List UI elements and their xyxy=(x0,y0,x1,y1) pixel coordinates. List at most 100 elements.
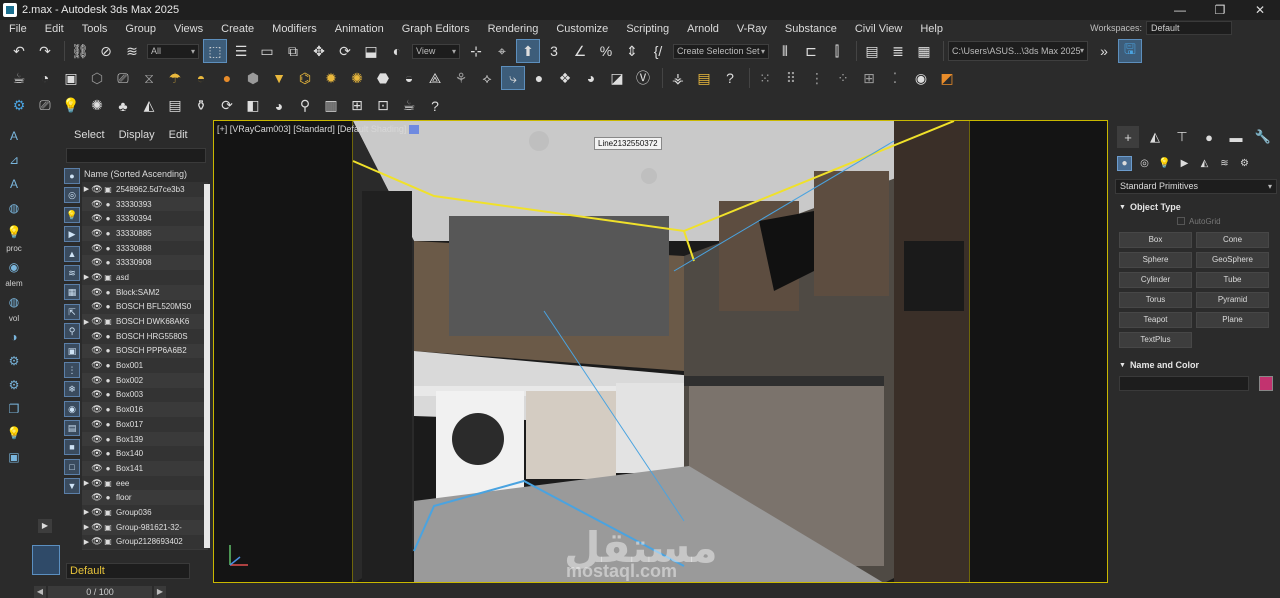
autogrid-option[interactable]: AutoGrid xyxy=(1115,214,1277,228)
selection-filter-select[interactable]: All xyxy=(147,43,199,59)
visibility-eye-icon[interactable]: 👁 xyxy=(91,243,103,254)
expand-icon[interactable]: ▶ xyxy=(82,185,91,193)
proc-label[interactable]: proc xyxy=(1,244,27,253)
angle-snap-icon[interactable]: ∠ xyxy=(569,40,591,62)
object-color-swatch[interactable] xyxy=(1259,376,1273,391)
list-item[interactable]: ▶ 👁 ▣ Group036 xyxy=(82,505,208,520)
alem-label[interactable]: alem xyxy=(1,279,27,288)
crosshair-icon[interactable]: ⊡ xyxy=(372,95,394,117)
menu-modifiers[interactable]: Modifiers xyxy=(262,23,325,35)
proc-icon[interactable]: ◉ xyxy=(4,257,24,277)
save-project-icon[interactable]: 🖫 xyxy=(1118,39,1142,63)
list-item[interactable]: 👁 ● Box139 xyxy=(82,432,208,447)
cameras-category-icon[interactable]: ▶ xyxy=(1177,156,1192,171)
list-item[interactable]: 👁 ● Block:SAM2 xyxy=(82,285,208,300)
render-history-icon[interactable]: ▤ xyxy=(693,67,715,89)
ies-light-icon[interactable]: ⌬ xyxy=(294,67,316,89)
visibility-eye-icon[interactable]: 👁 xyxy=(91,507,103,518)
object-name-input[interactable] xyxy=(1119,376,1249,391)
timeline-next-icon[interactable]: ▶ xyxy=(154,586,166,598)
render-setup-icon[interactable]: ▣ xyxy=(60,67,82,89)
quick-align-icon[interactable]: ⫿ xyxy=(826,40,848,62)
vray-logo-icon[interactable]: Ⓥ xyxy=(632,67,654,89)
vray-fur-icon[interactable]: ⟡ xyxy=(476,67,498,89)
viewport-layout-icon[interactable] xyxy=(32,545,60,575)
layer-explorer-icon[interactable]: ≣ xyxy=(887,40,909,62)
visibility-eye-icon[interactable]: 👁 xyxy=(91,404,103,415)
pivot-snap-icon[interactable]: ⊞ xyxy=(858,67,880,89)
timeline-slider[interactable]: 0 / 100 xyxy=(48,586,152,598)
list-item[interactable]: ▶ 👁 ▣ 2548962.5d7ce3b3 xyxy=(82,182,208,197)
scatter-icon[interactable]: ◭ xyxy=(138,95,160,117)
settings-tool-icon[interactable]: ⚙ xyxy=(4,375,24,395)
geosphere-button[interactable]: GeoSphere xyxy=(1196,252,1269,268)
list-item[interactable]: 👁 ● Box003 xyxy=(82,387,208,403)
face-snap-icon[interactable]: ⁘ xyxy=(832,67,854,89)
hierarchy-tab-icon[interactable]: ⊤ xyxy=(1171,126,1193,148)
bulb-icon[interactable]: 💡 xyxy=(60,95,82,117)
tab-display[interactable]: Display xyxy=(119,129,155,141)
expand-icon[interactable]: ▶ xyxy=(82,508,91,516)
sky-light-icon[interactable]: ✺ xyxy=(346,67,368,89)
systems-category-icon[interactable]: ⚙ xyxy=(1237,156,1252,171)
menu-scripting[interactable]: Scripting xyxy=(616,23,677,35)
visibility-eye-icon[interactable]: 👁 xyxy=(91,375,103,386)
close-button[interactable]: ✕ xyxy=(1240,0,1280,20)
minimize-button[interactable]: — xyxy=(1160,0,1200,20)
filter-geometry-icon[interactable]: ● xyxy=(64,168,80,184)
list-item[interactable]: 👁 ● Box141 xyxy=(82,461,208,476)
named-selection-select[interactable]: Create Selection Set xyxy=(673,43,769,59)
filter-particles-icon[interactable]: ⋮ xyxy=(64,361,80,378)
frame-icon[interactable]: ▥ xyxy=(320,95,342,117)
filter-list-icon[interactable]: ▤ xyxy=(64,420,80,437)
vray-sphere-icon[interactable]: ◒ xyxy=(398,67,420,89)
spot-light-icon[interactable]: ▼ xyxy=(268,67,290,89)
mesh-light-icon[interactable]: ⬢ xyxy=(242,67,264,89)
expand-icon[interactable]: ▶ xyxy=(82,523,91,531)
visibility-eye-icon[interactable]: 👁 xyxy=(91,301,103,312)
more-toolbar-icon[interactable]: » xyxy=(1093,40,1115,62)
vol-icon[interactable]: ◑ xyxy=(4,327,24,347)
visibility-eye-icon[interactable]: 👁 xyxy=(91,199,103,210)
list-item[interactable]: 👁 ● Box001 xyxy=(82,358,208,373)
expand-icon[interactable]: ▶ xyxy=(82,538,91,546)
list-item[interactable]: 👁 ● BOSCH HRG5580S xyxy=(82,328,208,344)
filter-shapes-icon[interactable]: ◎ xyxy=(64,187,80,204)
lights-category-icon[interactable]: 💡 xyxy=(1157,156,1172,171)
window-crossing-icon[interactable]: ⧉ xyxy=(282,40,304,62)
current-layer-field[interactable]: Default xyxy=(66,563,190,579)
menu-help[interactable]: Help xyxy=(910,23,951,35)
ambient-icon[interactable]: ◉ xyxy=(910,67,932,89)
torus-button[interactable]: Torus xyxy=(1119,292,1192,308)
list-item[interactable]: ▶ 👁 ▣ BOSCH DWK68AK6 xyxy=(82,314,208,329)
list-item[interactable]: 👁 ● floor xyxy=(82,490,208,505)
maximize-button[interactable]: ❐ xyxy=(1200,0,1240,20)
vray-plane-icon[interactable]: ⟁ xyxy=(424,67,446,89)
list-item[interactable]: 👁 ● 33330394 xyxy=(82,211,208,227)
question-icon[interactable]: ? xyxy=(424,95,446,117)
filter-xrefs-icon[interactable]: ⇱ xyxy=(64,303,80,320)
filter-containers-icon[interactable]: ▣ xyxy=(64,342,80,359)
reference-coordinate-select[interactable]: View xyxy=(412,43,460,59)
box-button[interactable]: Box xyxy=(1119,232,1192,248)
tube-button[interactable]: Tube xyxy=(1196,272,1269,288)
visibility-eye-icon[interactable]: 👁 xyxy=(91,536,103,547)
visibility-eye-icon[interactable]: 👁 xyxy=(91,389,103,400)
visibility-eye-icon[interactable]: 👁 xyxy=(91,434,103,445)
menu-animation[interactable]: Animation xyxy=(325,23,392,35)
material-sphere-icon[interactable]: ● xyxy=(528,67,550,89)
list-item[interactable]: 👁 ● 33330908 xyxy=(82,255,208,270)
primitive-type-select[interactable]: Standard Primitives xyxy=(1115,179,1277,194)
filter-cameras-icon[interactable]: ▶ xyxy=(64,226,80,243)
gear-tool-icon[interactable]: ⚙ xyxy=(4,351,24,371)
filter-all-icon[interactable]: ■ xyxy=(64,439,80,456)
menu-group[interactable]: Group xyxy=(115,23,164,35)
list-item[interactable]: 👁 ● Box002 xyxy=(82,373,208,388)
expand-icon[interactable]: ▶ xyxy=(82,318,91,326)
filter-none-icon[interactable]: □ xyxy=(64,458,80,475)
list-item[interactable]: ▶ 👁 ▣ Group2128693402 xyxy=(82,534,208,550)
viewport-camera[interactable]: [+] [VRayCam003] [Standard] [Default Sha… xyxy=(213,120,1108,583)
textplus-button[interactable]: TextPlus xyxy=(1119,332,1192,348)
list-icon[interactable]: ▤ xyxy=(164,95,186,117)
visibility-eye-icon[interactable]: 👁 xyxy=(91,492,103,503)
